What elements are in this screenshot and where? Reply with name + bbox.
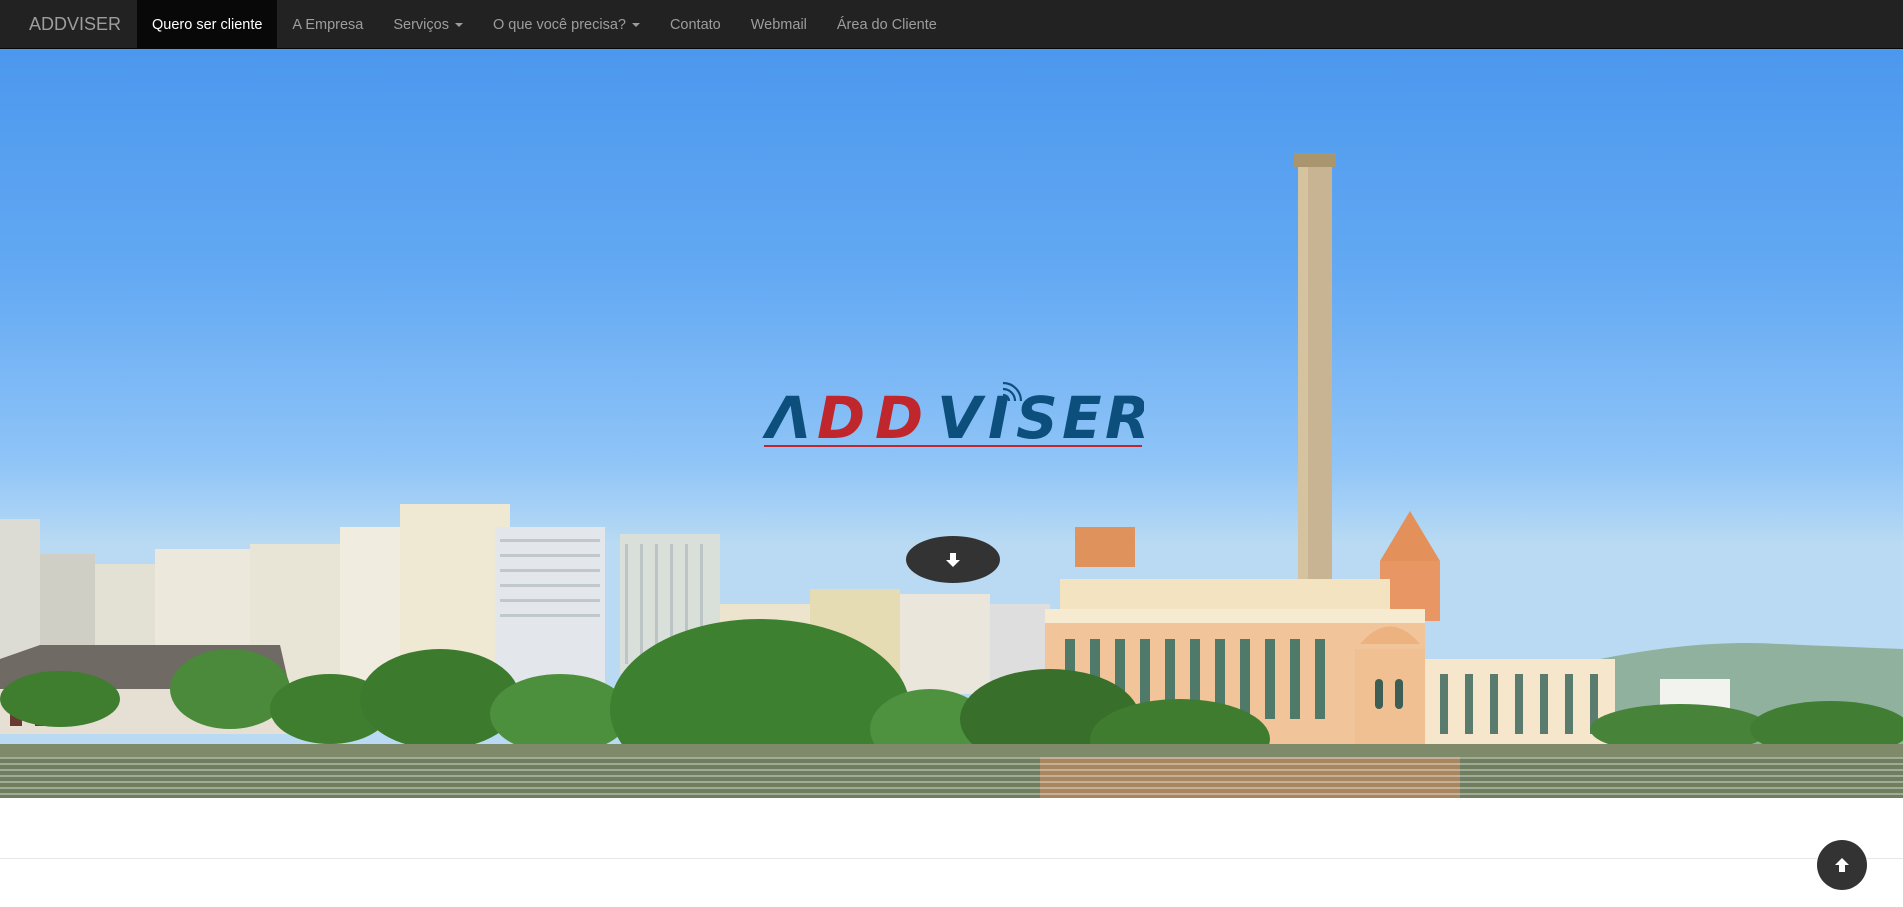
caret-down-icon	[454, 22, 463, 27]
svg-text:E: E	[1062, 384, 1102, 451]
nav-item-quero-ser-cliente[interactable]: Quero ser cliente	[137, 0, 278, 49]
addviser-logo: Λ D D V I S E R	[762, 381, 1144, 451]
svg-text:V: V	[937, 384, 986, 451]
nav-item-o-que-voce-precisa-dropdown[interactable]: O que você precisa?	[478, 0, 655, 49]
nav-item-a-empresa[interactable]: A Empresa	[277, 0, 378, 49]
svg-text:S: S	[1016, 384, 1058, 451]
top-navbar: ADDVISER Quero ser cliente A Empresa Ser…	[0, 0, 1903, 49]
nav-item-label: A Empresa	[292, 16, 364, 33]
brand-link[interactable]: ADDVISER	[29, 0, 121, 49]
nav-item-label: O que você precisa?	[492, 16, 626, 33]
hero-section: Λ D D V I S E R	[0, 49, 1903, 798]
caret-down-icon	[631, 22, 640, 27]
svg-text:D: D	[817, 384, 865, 451]
svg-text:D: D	[875, 384, 923, 451]
nav-item-contato[interactable]: Contato	[655, 0, 736, 49]
svg-text:R: R	[1105, 384, 1144, 451]
nav-menu: Quero ser cliente A Empresa Serviços O q…	[137, 0, 952, 49]
back-to-top-button[interactable]	[1817, 840, 1867, 890]
nav-item-label: Serviços	[393, 16, 449, 33]
nav-item-label: Quero ser cliente	[152, 16, 263, 33]
svg-text:I: I	[988, 384, 1010, 451]
nav-item-servicos-dropdown[interactable]: Serviços	[378, 0, 478, 49]
nav-item-label: Contato	[669, 16, 721, 33]
nav-item-webmail[interactable]: Webmail	[736, 0, 822, 49]
nav-item-area-do-cliente[interactable]: Área do Cliente	[822, 0, 952, 49]
nav-item-label: Webmail	[750, 16, 807, 33]
svg-text:Λ: Λ	[762, 384, 811, 451]
section-divider	[0, 858, 1903, 859]
nav-item-label: Área do Cliente	[836, 16, 937, 33]
scroll-down-button[interactable]	[906, 536, 1000, 583]
arrow-down-icon	[946, 552, 960, 567]
arrow-up-icon	[1835, 858, 1849, 872]
